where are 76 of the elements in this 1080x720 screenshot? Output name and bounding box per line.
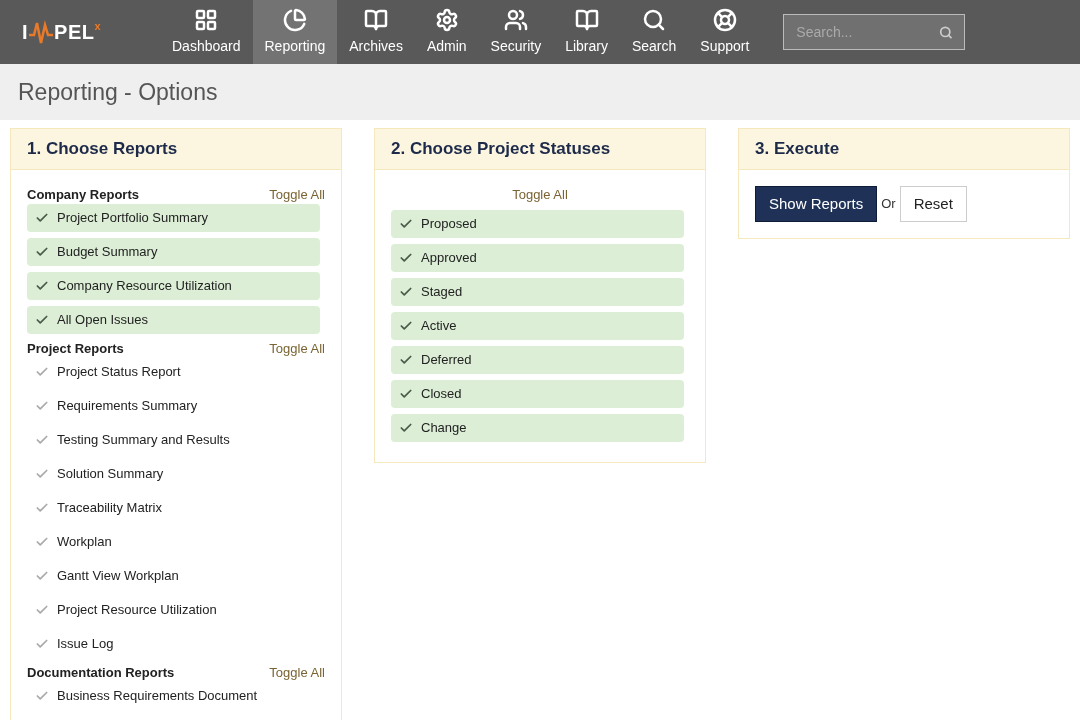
- nav-tab[interactable]: Search: [619, 0, 689, 64]
- nav-tab[interactable]: Library: [553, 0, 620, 64]
- pie-chart-icon: [282, 7, 307, 32]
- toggle-all-link[interactable]: Toggle All: [269, 339, 325, 359]
- book-icon: [574, 7, 599, 32]
- panel-title: 1. Choose Reports: [27, 138, 178, 161]
- reset-button[interactable]: Reset: [899, 186, 967, 222]
- search-input[interactable]: Search...: [796, 21, 939, 43]
- gear-icon: [434, 7, 459, 32]
- report-option[interactable]: Project Resource Utilization: [27, 596, 320, 624]
- report-option[interactable]: Requirements Summary: [27, 392, 320, 420]
- report-option[interactable]: Project Status Report: [27, 358, 320, 386]
- search-icon: [938, 24, 953, 40]
- report-option[interactable]: All Open Issues: [27, 306, 320, 334]
- report-option[interactable]: Staged: [391, 278, 684, 306]
- report-option[interactable]: Change: [391, 414, 684, 442]
- report-option[interactable]: Gantt View Workplan: [27, 562, 320, 590]
- nav-tab[interactable]: Admin: [414, 0, 479, 64]
- check-icon: [399, 353, 413, 367]
- nav-tab[interactable]: Archives: [337, 0, 415, 64]
- check-icon: [35, 569, 49, 583]
- check-icon: [35, 211, 49, 225]
- users-icon: [503, 7, 528, 32]
- panel-title: 3. Execute: [755, 138, 840, 161]
- check-icon: [35, 603, 49, 617]
- check-icon: [35, 365, 49, 379]
- check-icon: [35, 535, 49, 549]
- check-icon: [399, 421, 413, 435]
- check-icon: [35, 245, 49, 259]
- report-option[interactable]: Testing Summary and Results: [27, 426, 320, 454]
- report-option[interactable]: Solution Summary: [27, 460, 320, 488]
- or-text: Or: [881, 195, 896, 214]
- wave-icon: [28, 19, 55, 45]
- check-icon: [35, 467, 49, 481]
- report-option[interactable]: Company Resource Utilization: [27, 272, 320, 300]
- check-icon: [35, 689, 49, 703]
- check-icon: [399, 285, 413, 299]
- check-icon: [35, 501, 49, 515]
- search-icon: [642, 7, 667, 32]
- toggle-all-link[interactable]: Toggle All: [269, 663, 325, 683]
- check-icon: [35, 637, 49, 651]
- report-option[interactable]: Proposed: [391, 210, 684, 238]
- nav-tab[interactable]: Security: [478, 0, 554, 64]
- group-heading: Company Reports: [27, 186, 139, 205]
- check-icon: [35, 433, 49, 447]
- toggle-all-link[interactable]: Toggle All: [269, 185, 325, 205]
- nav-tab[interactable]: Dashboard: [160, 0, 253, 64]
- report-option[interactable]: Closed: [391, 380, 684, 408]
- check-icon: [399, 319, 413, 333]
- toggle-all-link[interactable]: Toggle All: [512, 185, 568, 205]
- report-option[interactable]: Deferred: [391, 346, 684, 374]
- lifebuoy-icon: [712, 7, 737, 32]
- panel-title: 2. Choose Project Statuses: [391, 138, 611, 161]
- report-option[interactable]: Traceability Matrix: [27, 494, 320, 522]
- report-option[interactable]: Approved: [391, 244, 684, 272]
- check-icon: [35, 399, 49, 413]
- page-title: Reporting - Options: [18, 77, 218, 107]
- nav-tab[interactable]: Reporting: [252, 0, 338, 64]
- show-reports-button[interactable]: Show Reports: [755, 186, 878, 222]
- report-option[interactable]: Business Requirements Document: [27, 682, 320, 710]
- group-heading: Documentation Reports: [27, 664, 175, 683]
- book-icon: [364, 7, 389, 32]
- nav-tab[interactable]: Support: [688, 0, 762, 64]
- report-option[interactable]: Project Portfolio Summary: [27, 204, 320, 232]
- report-option[interactable]: Workplan: [27, 528, 320, 556]
- check-icon: [35, 279, 49, 293]
- group-heading: Project Reports: [27, 340, 124, 359]
- report-option[interactable]: Budget Summary: [27, 238, 320, 266]
- check-icon: [399, 217, 413, 231]
- report-option[interactable]: Active: [391, 312, 684, 340]
- check-icon: [399, 251, 413, 265]
- check-icon: [399, 387, 413, 401]
- check-icon: [35, 313, 49, 327]
- grid-icon: [194, 7, 219, 32]
- report-option[interactable]: Issue Log: [27, 630, 320, 658]
- search-field[interactable]: Search...: [783, 14, 966, 50]
